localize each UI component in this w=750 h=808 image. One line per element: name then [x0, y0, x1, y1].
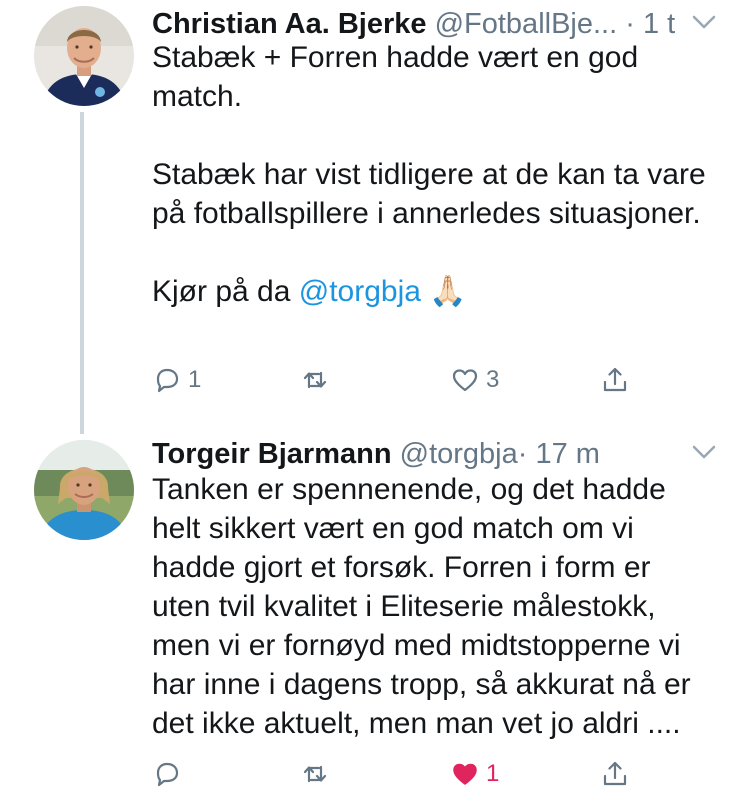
mention-link[interactable]: @torgbja — [299, 275, 421, 308]
separator: · — [517, 438, 528, 470]
tweet-text-fragment: Kjør på da — [152, 275, 299, 308]
author-name[interactable]: Torgeir Bjarmann — [152, 438, 392, 470]
heart-icon — [452, 369, 478, 392]
tweet-text: Tanken er spennenende, og det hadde helt… — [152, 473, 691, 740]
retweet-button[interactable] — [300, 754, 336, 794]
like-count: 1 — [486, 760, 500, 787]
reply-icon — [156, 368, 179, 393]
like-count: 3 — [486, 366, 500, 393]
retweet-button[interactable] — [300, 360, 336, 400]
avatar[interactable] — [34, 440, 134, 540]
like-button[interactable]: 1 — [450, 754, 499, 794]
share-icon — [603, 367, 627, 392]
tweet-header: Torgeir Bjarmann @torgbja· 17 m — [152, 434, 600, 474]
reply-count: 1 — [188, 366, 202, 393]
author-handle[interactable]: @FotballBje... — [435, 8, 618, 40]
emoji: 🙏🏻 — [429, 275, 467, 308]
chevron-down-icon[interactable] — [690, 10, 718, 34]
like-button[interactable]: 3 — [450, 360, 499, 400]
share-button[interactable] — [600, 360, 630, 400]
heart-icon — [453, 763, 477, 785]
tweet-paragraph: Kjør på da @torgbja 🙏🏻 — [152, 272, 712, 311]
reply-icon — [156, 762, 179, 787]
author-name[interactable]: Christian Aa. Bjerke — [152, 8, 427, 40]
avatar[interactable] — [34, 6, 134, 106]
retweet-icon — [303, 371, 327, 389]
tweet-actions: 1 3 — [152, 360, 712, 400]
chevron-down-icon[interactable] — [690, 440, 718, 464]
retweet-icon — [303, 765, 327, 783]
tweet-paragraph: Stabæk + Forren hadde vært en god match. — [152, 41, 639, 113]
reply-button[interactable] — [152, 754, 188, 794]
share-icon — [603, 761, 627, 786]
thread-line — [80, 112, 84, 434]
timestamp[interactable]: 17 m — [535, 438, 599, 470]
share-button[interactable] — [600, 754, 630, 794]
timestamp[interactable]: 1 t — [643, 8, 675, 40]
tweet-paragraph: Stabæk har vist tidligere at de kan ta v… — [152, 158, 706, 230]
separator: · — [625, 8, 635, 40]
tweet-text: Stabæk + Forren hadde vært en god match.… — [152, 38, 712, 311]
tweet-actions: 1 — [152, 754, 712, 794]
reply-button[interactable]: 1 — [152, 360, 201, 400]
author-handle[interactable]: @torgbja — [400, 438, 518, 470]
